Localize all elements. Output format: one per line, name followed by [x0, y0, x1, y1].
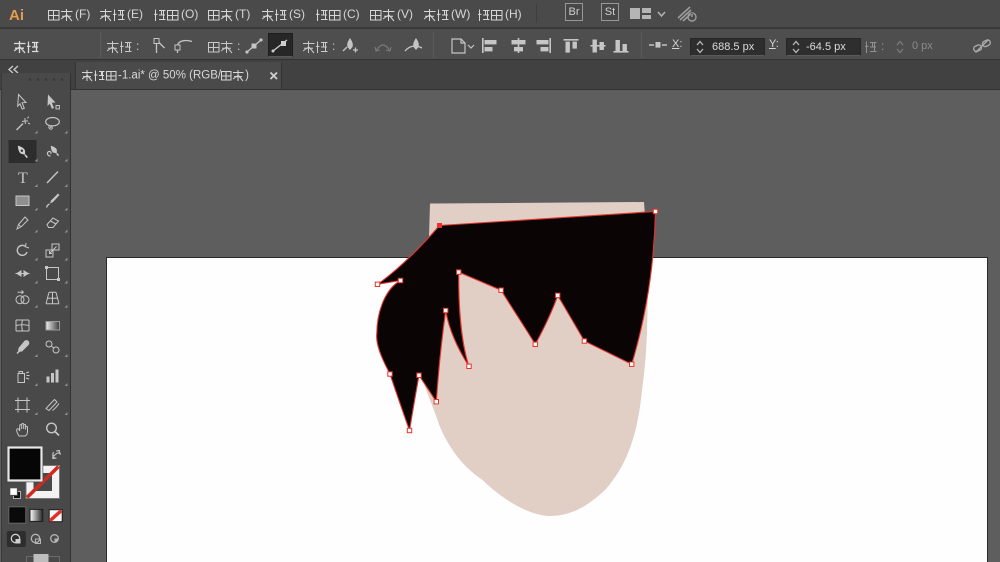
- svg-text:Ai: Ai: [9, 7, 24, 24]
- svg-text:T: T: [18, 170, 28, 187]
